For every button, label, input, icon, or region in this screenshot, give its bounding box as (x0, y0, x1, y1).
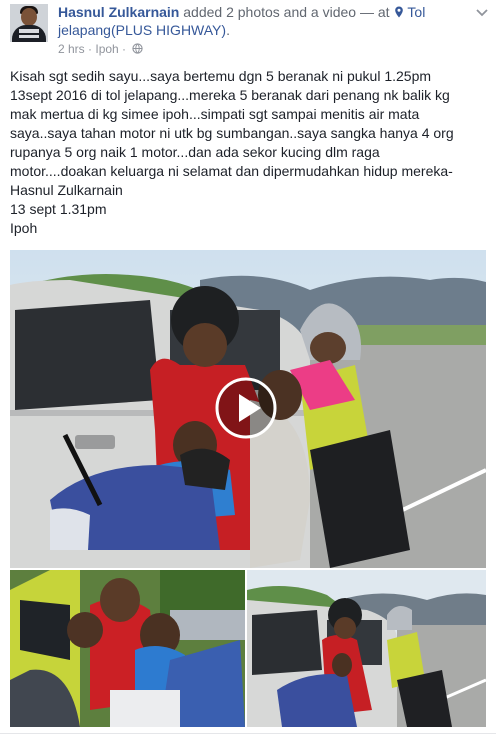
author-avatar[interactable] (10, 4, 48, 42)
post-line: Hasnul Zulkarnain (10, 182, 123, 198)
video-player[interactable] (10, 250, 486, 568)
chevron-down-icon[interactable] (476, 8, 488, 18)
post-line: saya..saya tahan motor ni utk bg sumbang… (10, 125, 454, 141)
post-meta: 2 hrs · Ipoh · (58, 42, 144, 56)
facebook-post: Hasnul Zulkarnain added 2 photos and a v… (0, 0, 496, 746)
globe-icon[interactable] (132, 43, 144, 54)
author-name-link[interactable]: Hasnul Zulkarnain (58, 4, 179, 20)
post-timestamp[interactable]: 2 hrs (58, 42, 85, 56)
post-line: 13sept 2016 di tol jelapang...mereka 5 b… (10, 87, 450, 103)
post-footer-divider (0, 733, 496, 746)
post-line: 13 sept 1.31pm (10, 201, 107, 217)
post-line: rupanya 5 org naik 1 motor...dan ada sek… (10, 144, 380, 160)
photo-thumbnail-1[interactable] (10, 570, 245, 727)
photo-image (247, 570, 486, 727)
play-icon[interactable] (214, 376, 278, 440)
post-header: Hasnul Zulkarnain added 2 photos and a v… (58, 4, 426, 38)
post-body-text: Kisah sgt sedih sayu...saya bertemu dgn … (10, 67, 484, 238)
post-line: mak mertua di kg simee ipoh...simpati sg… (10, 106, 420, 122)
post-line: Ipoh (10, 220, 38, 236)
post-line: Kisah sgt sedih sayu...saya bertemu dgn … (10, 68, 432, 84)
location-pin-icon (395, 6, 404, 18)
post-location[interactable]: Ipoh (95, 42, 118, 56)
post-action-text: added 2 photos and a video — at (179, 4, 394, 20)
post-line: motor....doakan keluarga ni selamat dan … (10, 163, 453, 179)
photo-image (10, 570, 245, 727)
photo-thumbnail-2[interactable] (247, 570, 486, 727)
